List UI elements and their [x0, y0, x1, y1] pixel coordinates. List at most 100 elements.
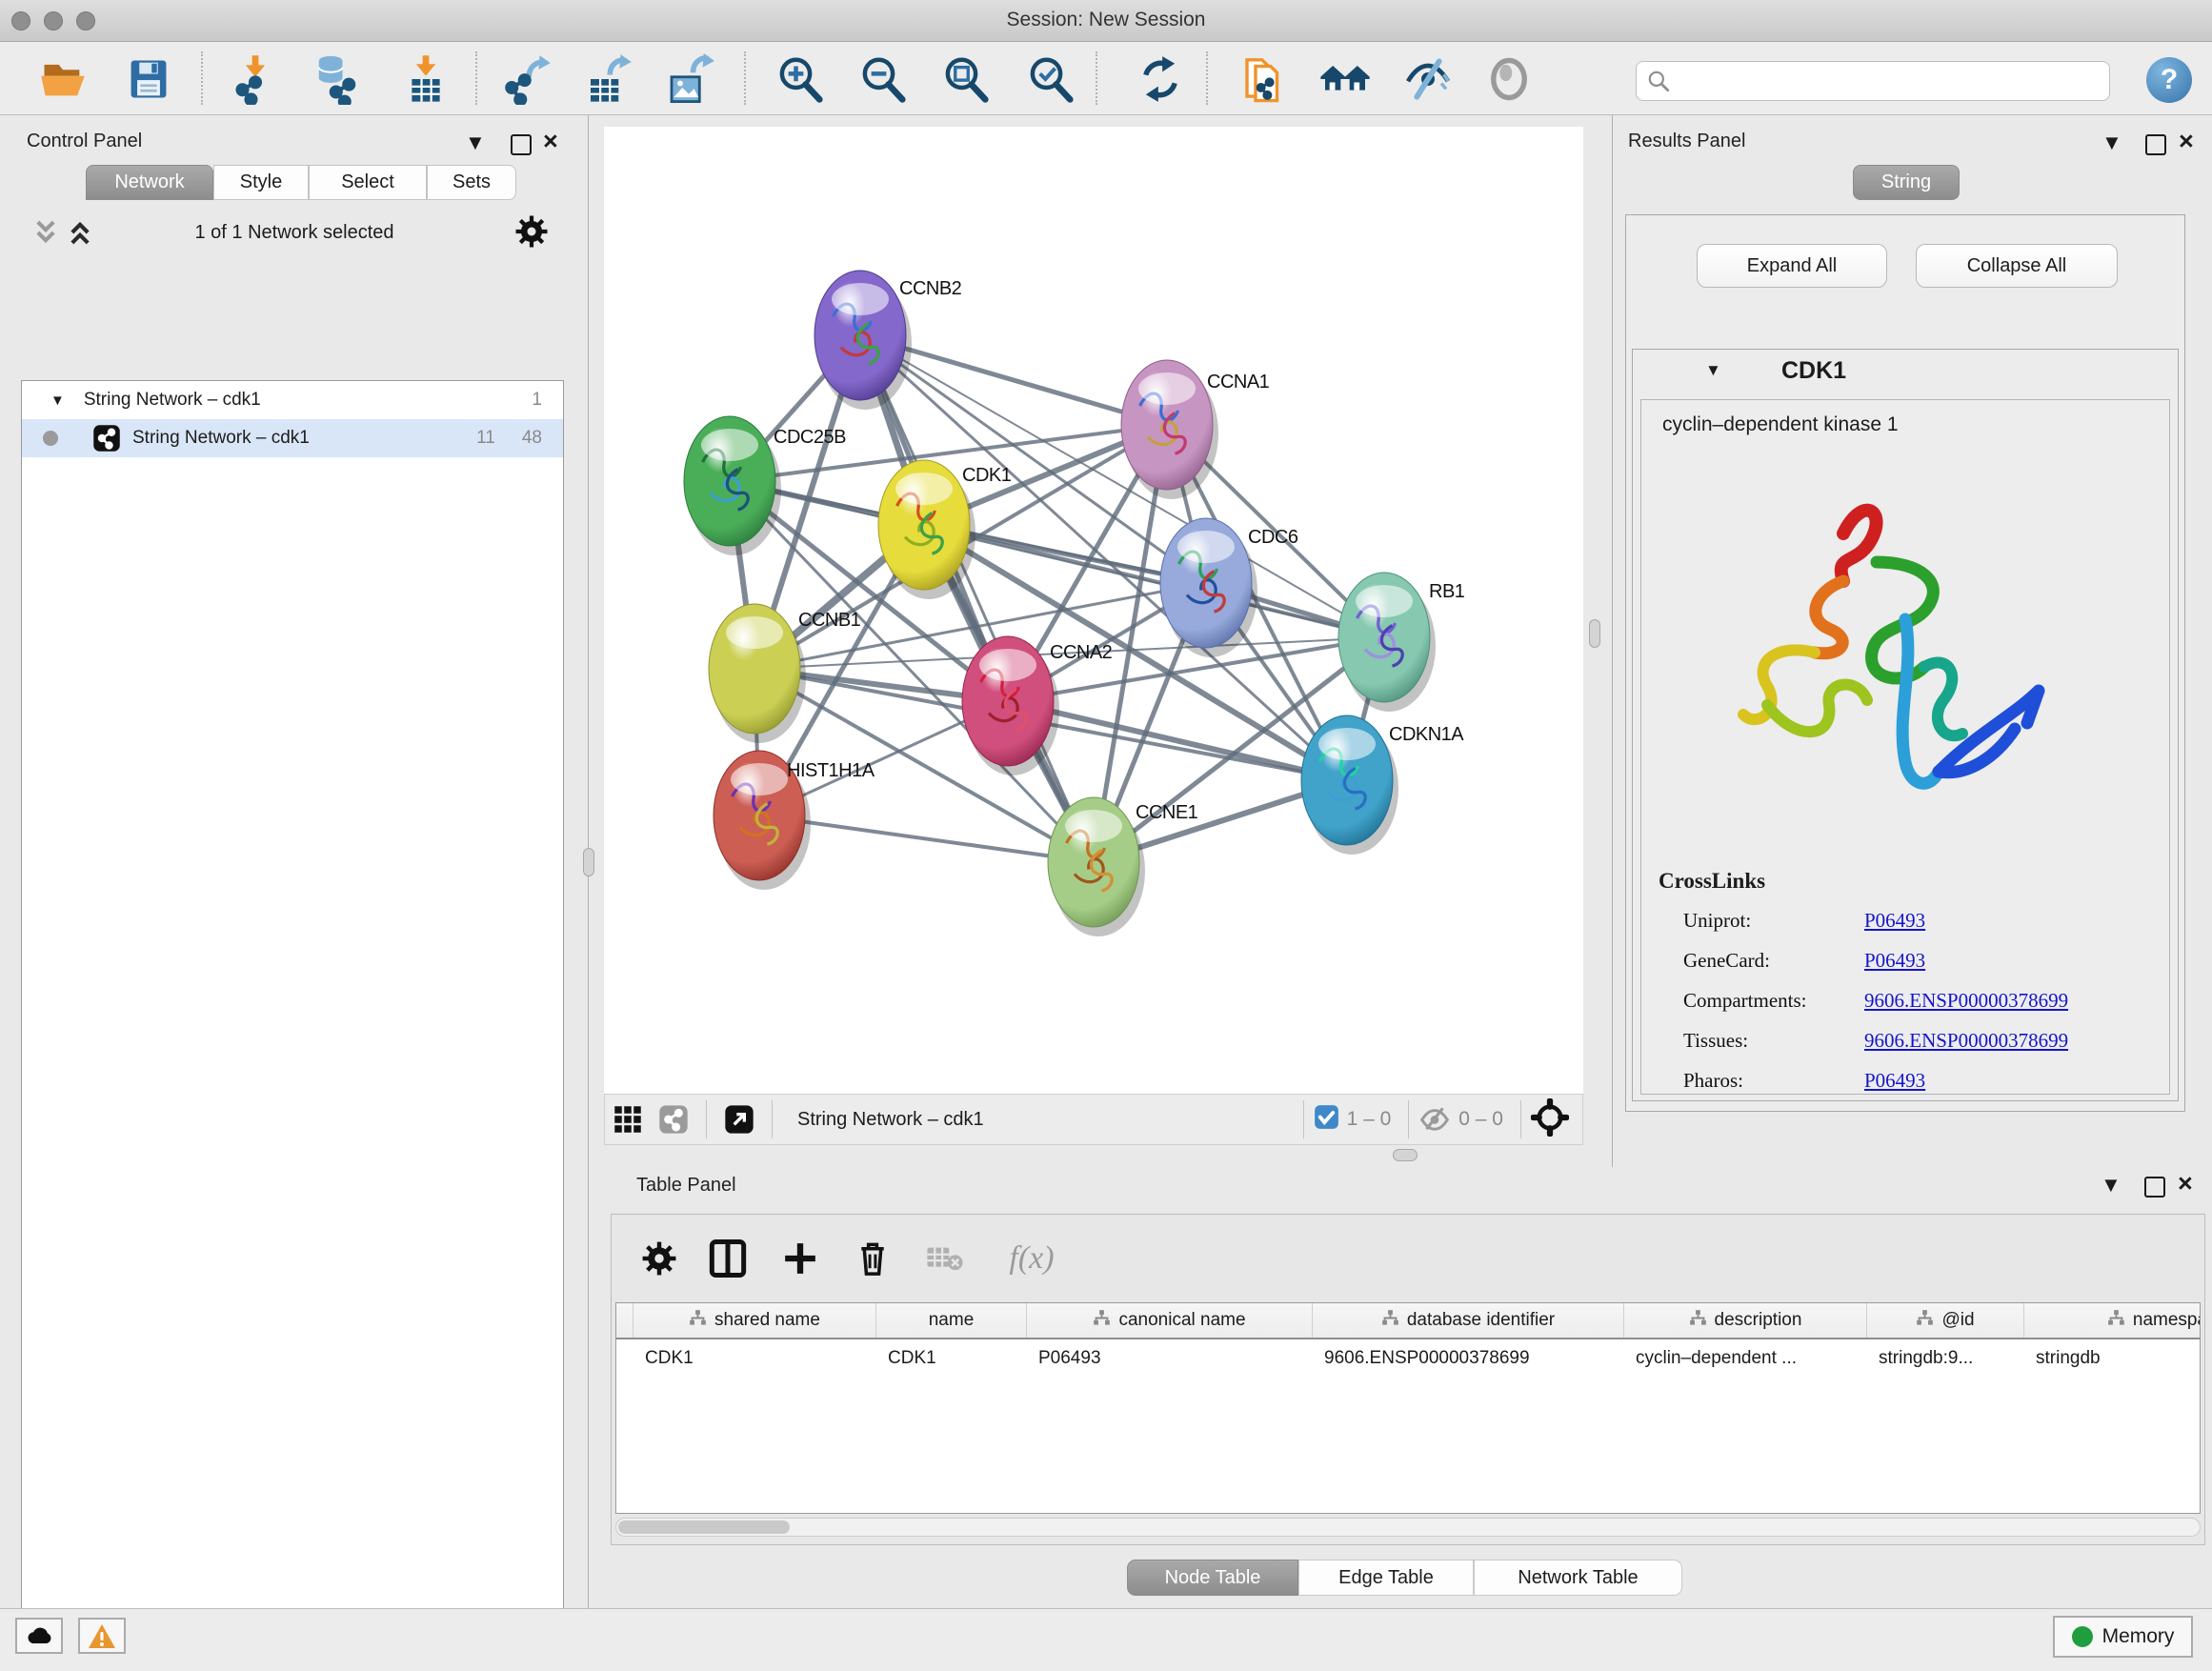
close-panel-icon[interactable]: ×: [2178, 1169, 2193, 1198]
column-header-database-identifier[interactable]: database identifier: [1313, 1303, 1624, 1338]
split-view-icon[interactable]: [703, 1234, 753, 1283]
network-row[interactable]: String Network – cdk1 11 48: [22, 419, 563, 457]
selected-checkbox-icon[interactable]: [1314, 1104, 1339, 1135]
memory-status-dot-icon: [2072, 1626, 2093, 1647]
network-node-ccna2[interactable]: [962, 636, 1059, 775]
function-builder-icon[interactable]: f(x): [989, 1234, 1075, 1283]
tab-sets[interactable]: Sets: [427, 165, 516, 200]
delete-column-icon[interactable]: [848, 1234, 897, 1283]
collapse-all-button[interactable]: Collapse All: [1916, 244, 2118, 288]
column-header-shared-name[interactable]: shared name: [633, 1303, 876, 1338]
tab-edge-table[interactable]: Edge Table: [1298, 1560, 1474, 1596]
close-panel-icon[interactable]: ×: [2179, 127, 2194, 156]
float-panel-icon[interactable]: [511, 134, 532, 155]
column-type-icon: [1689, 1309, 1707, 1333]
collection-expand-icon[interactable]: ▼: [50, 393, 65, 409]
search-input[interactable]: [1636, 61, 2110, 101]
splitter-handle[interactable]: [583, 848, 594, 876]
export-table-icon[interactable]: [578, 50, 637, 109]
section-collapse-icon[interactable]: ▼: [1705, 361, 1721, 380]
crosslink-link[interactable]: P06493: [1864, 949, 1925, 973]
panel-menu-icon[interactable]: ▼: [2101, 131, 2122, 155]
memory-button[interactable]: Memory: [2053, 1616, 2193, 1658]
scrollbar-thumb[interactable]: [618, 1520, 790, 1534]
column-header-canonical-name[interactable]: canonical name: [1027, 1303, 1313, 1338]
copy-network-icon[interactable]: [1235, 50, 1294, 109]
table-cell[interactable]: 9606.ENSP00000378699: [1313, 1348, 1624, 1369]
float-panel-icon[interactable]: [2144, 1177, 2165, 1198]
save-session-icon[interactable]: [119, 50, 178, 109]
add-column-icon[interactable]: [775, 1234, 825, 1283]
network-graph[interactable]: CCNB2CCNA1CDC25BCDK1CDC6RB1CCNB1CCNA2CDK…: [604, 127, 1583, 1094]
network-node-ccnb2[interactable]: [814, 271, 912, 410]
node-label-hist1h1a: HIST1H1A: [787, 760, 875, 781]
show-all-icon[interactable]: [1479, 50, 1538, 109]
network-node-cdkn1a[interactable]: [1301, 715, 1398, 855]
column-header-description[interactable]: description: [1624, 1303, 1867, 1338]
network-node-ccne1[interactable]: [1048, 797, 1145, 936]
refresh-icon[interactable]: [1131, 50, 1190, 109]
network-node-ccnb1[interactable]: [709, 604, 806, 743]
tab-select[interactable]: Select: [309, 165, 427, 200]
zoom-out-icon[interactable]: [854, 50, 913, 109]
table-cell[interactable]: P06493: [1027, 1348, 1313, 1369]
zoom-fit-icon[interactable]: [936, 50, 995, 109]
crosslink-link[interactable]: P06493: [1864, 909, 1925, 933]
node-table[interactable]: shared namenamecanonical namedatabase id…: [615, 1302, 2201, 1514]
cloud-status-button[interactable]: [15, 1618, 63, 1654]
float-panel-icon[interactable]: [2145, 134, 2166, 155]
birds-eye-view-icon[interactable]: [1531, 1098, 1569, 1141]
column-header-namespace[interactable]: namespace: [2024, 1303, 2201, 1338]
column-header-name[interactable]: name: [876, 1303, 1027, 1338]
detach-view-icon[interactable]: [716, 1090, 762, 1149]
panel-menu-icon[interactable]: ▼: [465, 131, 486, 155]
table-cell[interactable]: CDK1: [876, 1348, 1027, 1369]
network-node-cdc6[interactable]: [1160, 518, 1257, 657]
zoom-selected-icon[interactable]: [1021, 50, 1080, 109]
table-row[interactable]: CDK1CDK1P064939606.ENSP00000378699cyclin…: [616, 1339, 2200, 1378]
tab-style[interactable]: Style: [213, 165, 309, 200]
warning-status-button[interactable]: [78, 1618, 126, 1654]
tab-network[interactable]: Network: [86, 165, 213, 200]
tab-string[interactable]: String: [1853, 165, 1960, 200]
network-edge[interactable]: [860, 335, 1094, 862]
first-neighbors-icon[interactable]: [1316, 50, 1375, 109]
network-collection-row[interactable]: ▼ String Network – cdk1 1: [22, 381, 563, 419]
crosslink-link[interactable]: 9606.ENSP00000378699: [1864, 1029, 2068, 1053]
network-node-rb1[interactable]: [1338, 573, 1436, 712]
tab-node-table[interactable]: Node Table: [1127, 1560, 1298, 1596]
column-header--id[interactable]: @id: [1867, 1303, 2024, 1338]
import-network-icon[interactable]: [226, 50, 285, 109]
zoom-in-icon[interactable]: [771, 50, 830, 109]
warning-icon: [88, 1623, 116, 1649]
hidden-eye-icon[interactable]: [1418, 1103, 1451, 1137]
close-panel-icon[interactable]: ×: [543, 127, 558, 156]
network-options-gear-icon[interactable]: [514, 214, 549, 253]
splitter-handle[interactable]: [1589, 619, 1600, 648]
hide-selection-icon[interactable]: [1398, 50, 1458, 109]
delete-table-icon[interactable]: [920, 1234, 970, 1283]
import-network-database-icon[interactable]: [309, 50, 368, 109]
panel-menu-icon[interactable]: ▼: [2101, 1173, 2122, 1198]
search-icon: [1646, 69, 1671, 93]
crosslink-link[interactable]: P06493: [1864, 1069, 1925, 1093]
export-network-icon[interactable]: [497, 50, 556, 109]
table-horizontal-scrollbar[interactable]: [615, 1518, 2201, 1537]
export-image-icon[interactable]: [659, 50, 718, 109]
grid-view-icon[interactable]: [605, 1090, 651, 1149]
network-view-canvas[interactable]: CCNB2CCNA1CDC25BCDK1CDC6RB1CCNB1CCNA2CDK…: [604, 127, 1583, 1094]
table-settings-gear-icon[interactable]: [634, 1234, 684, 1283]
crosslink-link[interactable]: 9606.ENSP00000378699: [1864, 989, 2068, 1013]
tab-network-table[interactable]: Network Table: [1474, 1560, 1682, 1596]
table-cell[interactable]: CDK1: [633, 1348, 876, 1369]
table-cell[interactable]: stringdb: [2024, 1348, 2201, 1369]
network-tree: ▼ String Network – cdk1 1 String Network…: [21, 380, 564, 1671]
open-file-icon[interactable]: [33, 50, 92, 109]
import-table-icon[interactable]: [396, 50, 455, 109]
help-button[interactable]: ?: [2146, 57, 2192, 103]
network-thumbnail-icon[interactable]: [651, 1090, 696, 1149]
expand-all-button[interactable]: Expand All: [1697, 244, 1887, 288]
table-cell[interactable]: stringdb:9...: [1867, 1348, 2024, 1369]
splitter-handle[interactable]: [1393, 1149, 1418, 1161]
table-cell[interactable]: cyclin–dependent ...: [1624, 1348, 1867, 1369]
